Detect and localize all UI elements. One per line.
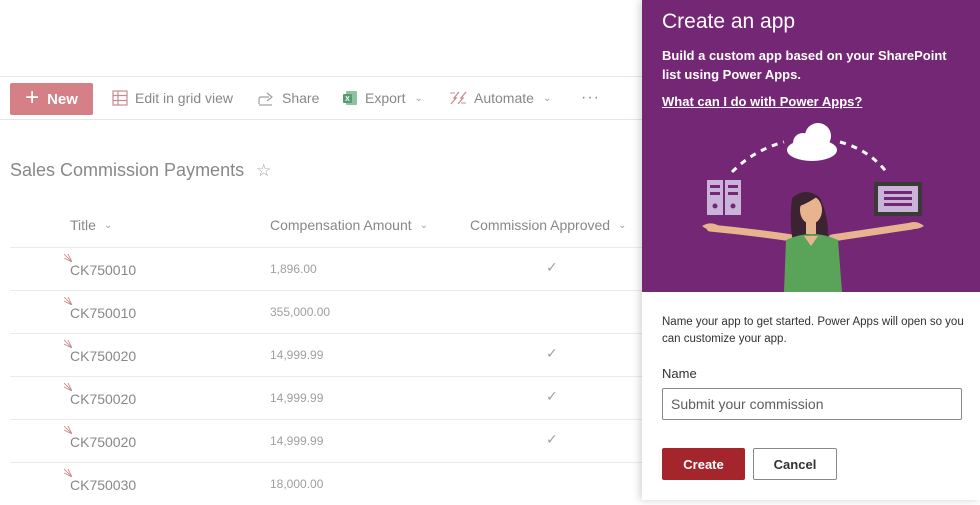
new-item-icon: [64, 383, 72, 391]
export-label: Export: [365, 90, 406, 106]
new-item-icon: [64, 254, 72, 262]
column-header-compensation-amount[interactable]: Compensation Amount ⌄: [270, 217, 428, 233]
row-amount: 1,896.00: [270, 262, 317, 276]
automate-label: Automate: [474, 90, 534, 106]
panel-hero: Create an app Build a custom app based o…: [642, 0, 980, 292]
check-icon: ✓: [546, 345, 558, 361]
check-icon: ✓: [546, 259, 558, 275]
edit-grid-view-label: Edit in grid view: [135, 90, 234, 106]
new-item-icon: [64, 297, 72, 305]
new-button-label: New: [47, 90, 78, 108]
automate-icon: [450, 91, 467, 105]
edit-grid-view-button[interactable]: Edit in grid view: [112, 77, 233, 119]
row-amount: 18,000.00: [270, 477, 324, 491]
panel-title: Create an app: [662, 10, 796, 33]
share-icon: [258, 92, 273, 106]
row-title[interactable]: CK750030: [70, 477, 136, 493]
grid-icon: [112, 90, 128, 106]
row-title[interactable]: CK750020: [70, 434, 136, 450]
favorite-star-icon[interactable]: ☆: [256, 161, 271, 181]
column-header-label: Compensation Amount: [270, 217, 412, 233]
panel-description: Build a custom app based on your SharePo…: [662, 48, 947, 82]
table-row[interactable]: CK750010 1,896.00 ✓: [10, 247, 642, 290]
row-amount: 14,999.99: [270, 434, 324, 448]
column-header-title[interactable]: Title ⌄: [70, 217, 112, 233]
chevron-down-icon: ⌄: [414, 92, 423, 104]
plus-icon: +: [25, 84, 40, 111]
row-title[interactable]: CK750010: [70, 305, 136, 321]
panel-instructions: Name your app to get started. Power Apps…: [662, 316, 964, 345]
chevron-down-icon: ⌄: [618, 219, 627, 231]
check-icon: ✓: [546, 388, 558, 404]
table-row[interactable]: CK750030 18,000.00: [10, 462, 642, 505]
more-icon: ···: [581, 89, 600, 106]
row-title[interactable]: CK750010: [70, 262, 136, 278]
export-button[interactable]: X Export ⌄: [342, 77, 423, 119]
check-icon: ✓: [546, 431, 558, 447]
automate-button[interactable]: Automate ⌄: [449, 77, 551, 119]
list-title-area: Sales Commission Payments ☆: [10, 160, 271, 181]
cancel-button[interactable]: Cancel: [753, 448, 837, 480]
power-apps-illustration: [702, 123, 924, 292]
power-apps-info-link[interactable]: What can I do with Power Apps?: [662, 94, 862, 109]
column-header-label: Title: [70, 217, 96, 233]
row-title[interactable]: CK750020: [70, 391, 136, 407]
new-item-icon: [64, 469, 72, 477]
row-amount: 14,999.99: [270, 348, 324, 362]
chevron-down-icon: ⌄: [419, 219, 429, 231]
chevron-down-icon: ⌄: [103, 219, 113, 231]
new-item-icon: [64, 426, 72, 434]
row-amount: 355,000.00: [270, 305, 331, 319]
create-button[interactable]: Create: [662, 448, 745, 480]
table-row[interactable]: CK750020 14,999.99 ✓: [10, 333, 642, 376]
table-row[interactable]: CK750010 355,000.00: [10, 290, 642, 333]
app-name-input[interactable]: [662, 388, 962, 420]
chevron-down-icon: ⌄: [542, 92, 552, 104]
row-amount: 14,999.99: [270, 391, 324, 405]
new-item-icon: [64, 340, 72, 348]
column-header-label: Commission Approved: [470, 217, 611, 233]
table-row[interactable]: CK750020 14,999.99 ✓: [10, 419, 642, 462]
table-row[interactable]: CK750020 14,999.99 ✓: [10, 376, 642, 419]
share-label: Share: [282, 90, 320, 106]
column-header-commission-approved[interactable]: Commission Approved ⌄: [470, 217, 626, 233]
command-bar: + New Edit in grid view Share X Export ⌄…: [0, 76, 642, 120]
share-button[interactable]: Share: [258, 77, 319, 119]
new-button[interactable]: + New: [10, 83, 93, 115]
more-actions-button[interactable]: ···: [581, 77, 600, 119]
svg-text:X: X: [345, 96, 350, 103]
excel-icon: X: [343, 91, 357, 105]
row-title[interactable]: CK750020: [70, 348, 136, 364]
page-title: Sales Commission Payments: [10, 160, 245, 180]
create-app-panel: Create an app Build a custom app based o…: [642, 0, 980, 500]
name-field-label: Name: [662, 366, 697, 381]
